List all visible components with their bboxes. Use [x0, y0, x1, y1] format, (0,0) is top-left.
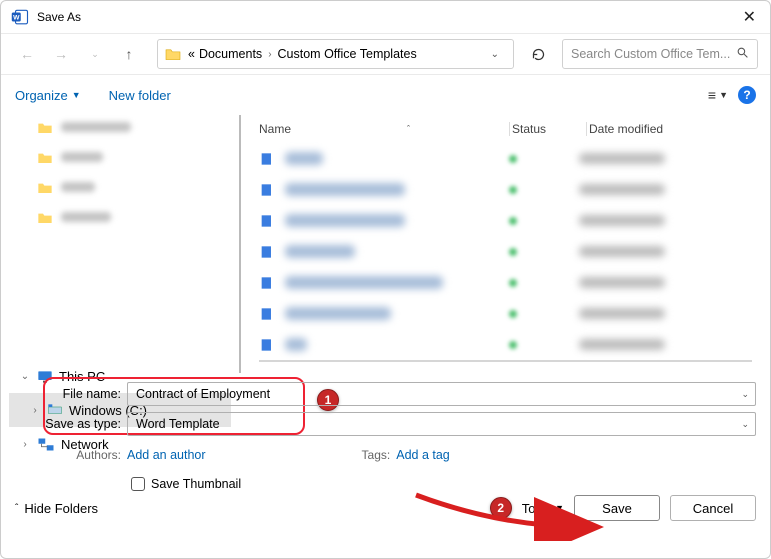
help-button[interactable]: ? — [738, 86, 756, 104]
caret-down-icon: ▼ — [72, 90, 81, 100]
file-row[interactable] — [259, 236, 752, 267]
breadcrumb-seg1[interactable]: Documents — [199, 47, 262, 61]
add-author-link[interactable]: Add an author — [127, 448, 206, 462]
annotation-badge-2: 2 — [490, 497, 512, 519]
search-icon — [736, 46, 749, 62]
file-row[interactable] — [259, 298, 752, 329]
save-thumbnail-label[interactable]: Save Thumbnail — [151, 477, 241, 491]
breadcrumb-prefix: « — [188, 47, 195, 61]
file-name-label: File name: — [15, 387, 127, 401]
close-icon[interactable]: ✕ — [739, 3, 760, 31]
caret-down-icon: ▼ — [719, 90, 728, 100]
file-name-input[interactable]: Contract of Employment ⌄ — [127, 382, 756, 406]
caret-down-icon: ▼ — [555, 503, 564, 513]
column-header-name[interactable]: Name ˆ — [259, 122, 509, 136]
chevron-down-icon[interactable]: ⌄ — [741, 419, 749, 430]
list-icon: ≡ — [708, 87, 716, 103]
cancel-button[interactable]: Cancel — [670, 495, 756, 521]
file-list-pane: Name ˆ Status Date modified — [239, 115, 770, 373]
quick-access-item[interactable] — [37, 175, 231, 199]
svg-text:W: W — [13, 15, 20, 22]
word-app-icon: W — [11, 8, 29, 26]
search-input[interactable]: Search Custom Office Tem... — [562, 39, 758, 69]
quick-access-item[interactable] — [37, 145, 231, 169]
new-folder-button[interactable]: New folder — [109, 88, 171, 103]
authors-label: Authors: — [15, 448, 127, 462]
tags-label: Tags: — [362, 448, 391, 462]
column-header-date[interactable]: Date modified — [589, 122, 752, 136]
view-options-button[interactable]: ≡ ▼ — [708, 87, 728, 103]
nav-recent-dropdown[interactable]: ⌄ — [81, 40, 109, 68]
folder-tree: ⌄ This PC › Windows (C:) › Network — [1, 115, 239, 373]
file-row[interactable] — [259, 174, 752, 205]
nav-up-button[interactable]: ↑ — [115, 40, 143, 68]
breadcrumb[interactable]: « Documents › Custom Office Templates ⌄ — [157, 39, 514, 69]
save-thumbnail-checkbox[interactable] — [131, 477, 145, 491]
organize-label: Organize — [15, 88, 68, 103]
breadcrumb-seg2[interactable]: Custom Office Templates — [278, 47, 417, 61]
tools-menu[interactable]: Tools ▼ — [522, 501, 564, 516]
save-type-dropdown[interactable]: Word Template ⌄ — [127, 412, 756, 436]
file-row[interactable] — [259, 267, 752, 298]
hide-folders-toggle[interactable]: ˆ Hide Folders — [15, 501, 98, 516]
file-row[interactable] — [259, 329, 752, 360]
folder-icon — [164, 47, 182, 61]
nav-back-button[interactable]: ← — [13, 40, 41, 68]
breadcrumb-dropdown[interactable]: ⌄ — [483, 49, 507, 60]
search-placeholder: Search Custom Office Tem... — [571, 47, 732, 61]
col-label: Name — [259, 122, 291, 136]
hide-folders-label: Hide Folders — [24, 501, 98, 516]
tools-label: Tools — [522, 501, 552, 516]
file-name-value: Contract of Employment — [136, 387, 270, 401]
chevron-up-icon: ˆ — [15, 503, 18, 514]
add-tag-link[interactable]: Add a tag — [396, 448, 450, 462]
file-row[interactable] — [259, 143, 752, 174]
nav-forward-button[interactable]: → — [47, 40, 75, 68]
save-type-label: Save as type: — [15, 417, 127, 431]
file-row[interactable] — [259, 205, 752, 236]
refresh-button[interactable] — [524, 40, 552, 68]
column-header-status[interactable]: Status — [512, 122, 586, 136]
save-type-value: Word Template — [136, 417, 220, 431]
organize-menu[interactable]: Organize ▼ — [15, 88, 81, 103]
quick-access-item[interactable] — [37, 115, 231, 139]
window-title: Save As — [37, 10, 81, 24]
quick-access-item[interactable] — [37, 205, 231, 229]
chevron-right-icon: › — [268, 49, 271, 60]
sort-ascending-icon: ˆ — [407, 124, 410, 134]
save-button[interactable]: Save — [574, 495, 660, 521]
chevron-down-icon[interactable]: ⌄ — [741, 389, 749, 400]
